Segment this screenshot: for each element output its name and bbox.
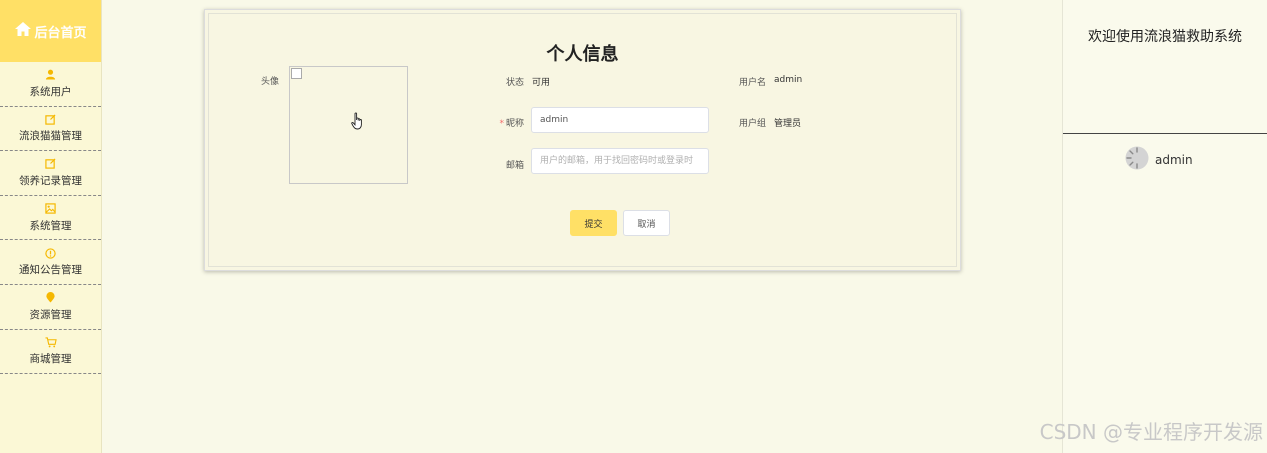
sidebar-home[interactable]: 后台首页 <box>0 0 101 62</box>
profile-card-inner: 个人信息 头像 状态 可用 用户名 admin *昵称 用户组 管理员 邮箱 提… <box>208 13 957 267</box>
edit-icon <box>45 113 57 125</box>
cancel-button[interactable]: 取消 <box>623 210 670 236</box>
avatar <box>1125 146 1155 173</box>
username-label: 用户名 <box>738 78 766 88</box>
current-username: admin <box>1155 152 1193 167</box>
right-panel: 欢迎使用流浪猫救助系统 admin <box>1062 0 1267 453</box>
sidebar-item-label: 流浪猫猫管理 <box>19 130 82 143</box>
status-label: 状态 <box>505 78 524 88</box>
edit-icon <box>45 158 57 170</box>
profile-card: 个人信息 头像 状态 可用 用户名 admin *昵称 用户组 管理员 邮箱 提… <box>204 9 961 271</box>
sidebar-item-label: 系统管理 <box>29 219 72 232</box>
sidebar-item-system-management[interactable]: 系统管理 <box>0 196 101 241</box>
required-mark: * <box>499 119 504 129</box>
avatar-upload[interactable] <box>289 66 408 184</box>
status-value: 可用 <box>532 78 551 88</box>
email-input[interactable] <box>531 148 709 174</box>
sidebar-item-label: 系统用户 <box>29 85 72 98</box>
sidebar-item-label: 资源管理 <box>29 308 72 321</box>
nickname-label: * 昵称 <box>479 116 524 129</box>
welcome-text: 欢迎使用流浪猫救助系统 <box>1088 29 1242 45</box>
sidebar-item-adoption-records[interactable]: 领养记录管理 <box>0 151 101 196</box>
sidebar-item-notice-management[interactable]: 通知公告管理 <box>0 240 101 285</box>
sidebar-item-shop-management[interactable]: 商城管理 <box>0 330 101 375</box>
current-user[interactable]: admin <box>1125 146 1193 173</box>
sidebar-item-label: 商城管理 <box>29 353 72 366</box>
broken-image-icon <box>291 68 302 79</box>
sidebar-home-label: 后台首页 <box>34 25 87 41</box>
hand-cursor-icon <box>351 112 365 134</box>
cart-icon <box>45 336 57 348</box>
watermark: CSDN @专业程序开发源 <box>1039 420 1263 444</box>
info-icon <box>45 247 57 259</box>
nickname-label-text: 昵称 <box>505 119 524 129</box>
email-label: 邮箱 <box>505 161 524 171</box>
divider <box>1063 133 1267 134</box>
user-icon <box>45 69 57 81</box>
user-group-value: 管理员 <box>774 119 802 129</box>
nickname-input[interactable] <box>531 107 709 133</box>
sidebar-item-system-users[interactable]: 系统用户 <box>0 62 101 107</box>
username-value: admin <box>774 75 803 85</box>
sidebar-item-resource-management[interactable]: 资源管理 <box>0 285 101 330</box>
image-icon <box>45 203 57 215</box>
sidebar-item-stray-cats[interactable]: 流浪猫猫管理 <box>0 107 101 152</box>
sidebar-item-label: 通知公告管理 <box>19 264 82 277</box>
page-title: 个人信息 <box>546 44 619 65</box>
sidebar-item-label: 领养记录管理 <box>19 174 82 187</box>
submit-button[interactable]: 提交 <box>570 210 617 236</box>
location-icon <box>45 292 57 304</box>
user-group-label: 用户组 <box>738 119 766 129</box>
sidebar: 后台首页 系统用户 流浪猫猫管理 领养记录管理 系统管理 通知公告管理 资源管理… <box>0 0 102 453</box>
avatar-label: 头像 <box>260 77 279 87</box>
home-icon <box>14 21 34 41</box>
